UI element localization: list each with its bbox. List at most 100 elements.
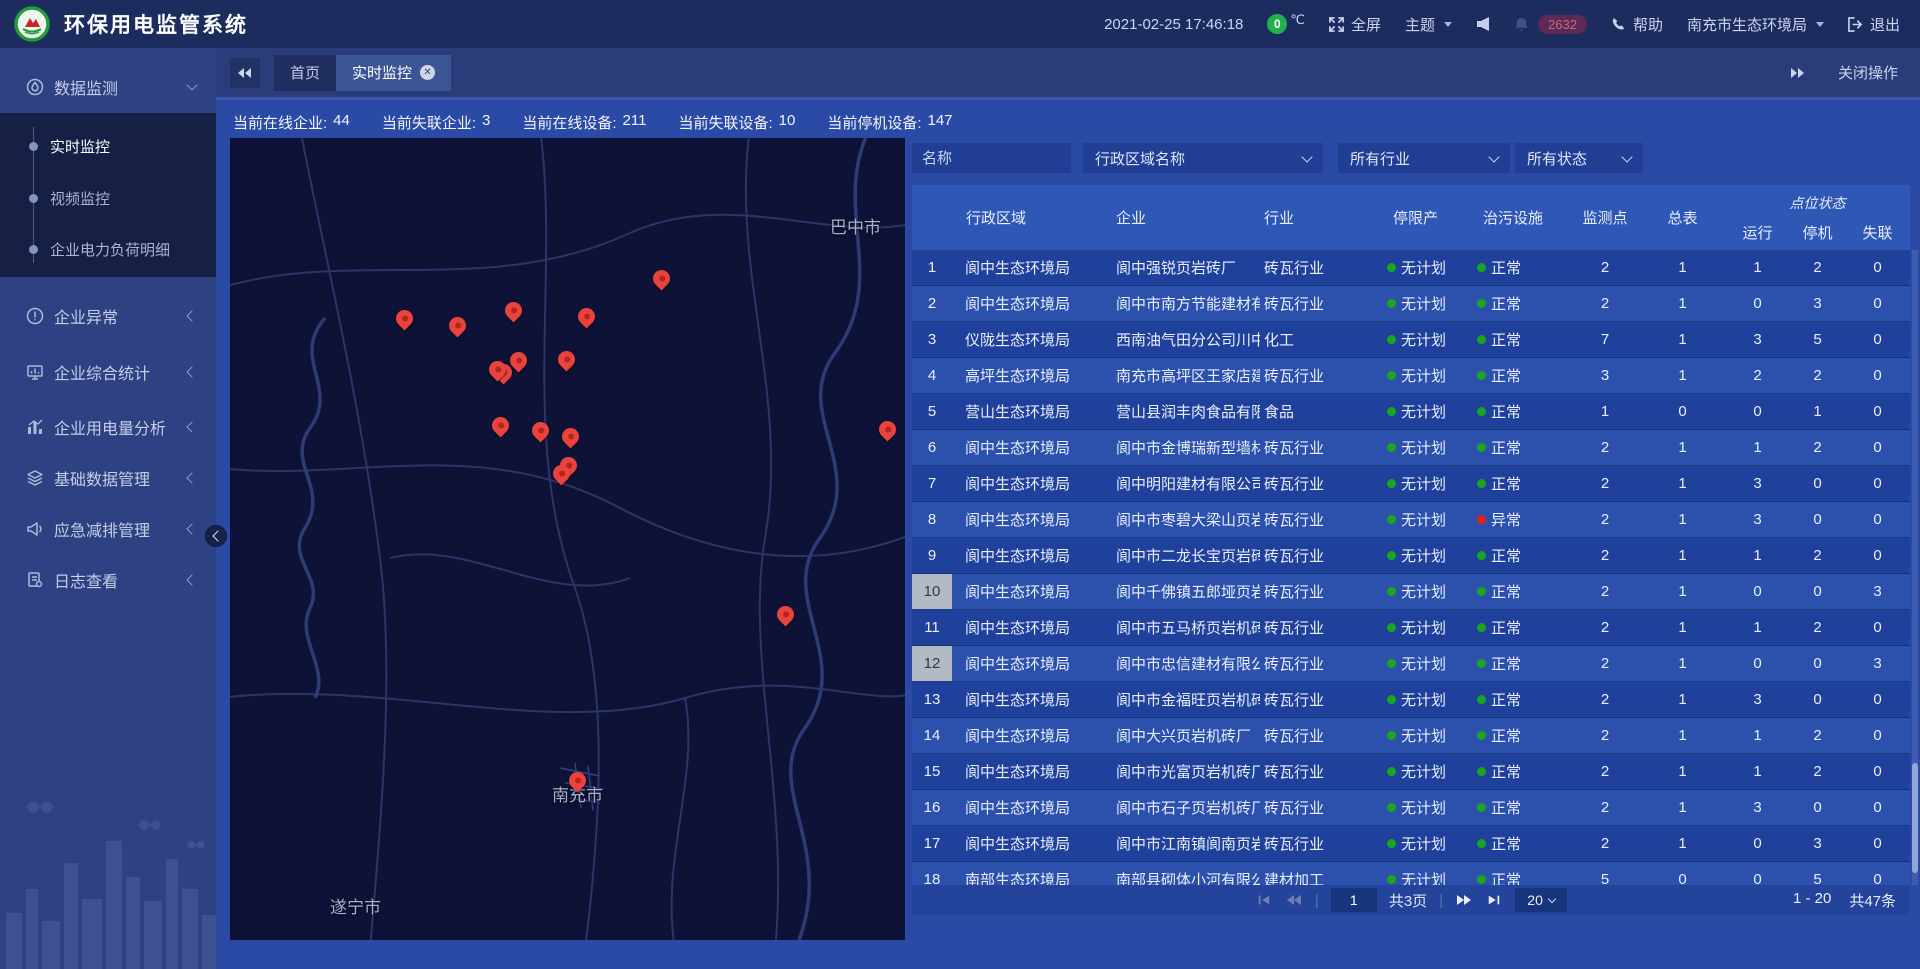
sidebar-item-企业用电量分析[interactable]: 企业用电量分析: [0, 409, 216, 445]
table-row[interactable]: 11阆中生态环境局阆中市五马桥页岩机砖砖瓦行业无计划正常21120: [912, 610, 1910, 646]
table-row[interactable]: 1阆中生态环境局阆中强锐页岩砖厂砖瓦行业无计划正常21120: [912, 250, 1910, 286]
table-row[interactable]: 9阆中生态环境局阆中市二龙长宝页岩砖砖瓦行业无计划正常21120: [912, 538, 1910, 574]
table-row[interactable]: 12阆中生态环境局阆中市忠信建材有限公砖瓦行业无计划正常21003: [912, 646, 1910, 682]
cell-limit-status: 无计划: [1385, 430, 1475, 465]
cell-limit-status: 无计划: [1385, 394, 1475, 429]
cell-company: 阆中市金博瑞新型墙材: [1112, 430, 1260, 465]
status-dot-icon: [1477, 623, 1486, 632]
status-dot-icon: [1387, 803, 1396, 812]
status-label: 正常: [1491, 293, 1521, 314]
tab-首页[interactable]: 首页: [274, 55, 336, 91]
cell-lost: 0: [1845, 502, 1910, 537]
sidebar-subitem-实时监控[interactable]: 实时监控: [0, 128, 216, 164]
last-page-button[interactable]: [1485, 893, 1503, 907]
cell-total: 1: [1640, 322, 1725, 357]
logout-button[interactable]: 退出: [1848, 14, 1900, 35]
table-row[interactable]: 17阆中生态环境局阆中市江南镇阆南页岩砖瓦行业无计划正常21030: [912, 826, 1910, 862]
cell-limit-status: 无计划: [1385, 826, 1475, 861]
sidebar-item-应急减排管理[interactable]: 应急减排管理: [0, 511, 216, 547]
tab-close-icon[interactable]: ✕: [420, 65, 435, 80]
page-number-input[interactable]: 1: [1331, 888, 1377, 912]
cell-industry: 砖瓦行业: [1260, 826, 1385, 861]
theme-dropdown[interactable]: 主题: [1405, 14, 1452, 35]
status-dot-icon: [1387, 371, 1396, 380]
sidebar-subitem-企业电力负荷明细[interactable]: 企业电力负荷明细: [0, 231, 216, 267]
next-page-button[interactable]: [1455, 893, 1473, 907]
cell-run: 1: [1725, 610, 1790, 645]
log-view-icon: [26, 571, 44, 589]
sidebar-item-基础数据管理[interactable]: 基础数据管理: [0, 460, 216, 496]
cell-region: 阆中生态环境局: [952, 502, 1112, 537]
cell-total: 0: [1640, 862, 1725, 885]
sound-toggle-button[interactable]: [1476, 16, 1490, 32]
map-panel[interactable]: 巴中市南充市遂宁市: [230, 138, 905, 940]
status-filter-select[interactable]: 所有状态: [1515, 143, 1643, 173]
tabs-scroll-right-button[interactable]: [1782, 58, 1812, 88]
speaker-icon: [1476, 16, 1490, 32]
table-row[interactable]: 3仪陇生态环境局西南油气田分公司川中化工无计划正常71350: [912, 322, 1910, 358]
sidebar-item-数据监测[interactable]: 数据监测: [0, 69, 216, 105]
first-page-button[interactable]: [1255, 893, 1273, 907]
table-row[interactable]: 14阆中生态环境局阆中大兴页岩机砖厂砖瓦行业无计划正常21120: [912, 718, 1910, 754]
sidebar-subitem-视频监控[interactable]: 视频监控: [0, 180, 216, 216]
cell-region: 阆中生态环境局: [952, 610, 1112, 645]
table-row[interactable]: 10阆中生态环境局阆中千佛镇五郎垭页岩砖瓦行业无计划正常21003: [912, 574, 1910, 610]
stat-value: 211: [623, 112, 647, 133]
cell-lost: 0: [1845, 718, 1910, 753]
table-row[interactable]: 15阆中生态环境局阆中市光富页岩机砖厂砖瓦行业无计划正常21120: [912, 754, 1910, 790]
cell-lost: 0: [1845, 466, 1910, 501]
cell-facility-status: 正常: [1475, 466, 1570, 501]
cell-lost: 0: [1845, 358, 1910, 393]
theme-label: 主题: [1405, 14, 1435, 35]
enterprise-table: 行政区域 企业 行业 停限产 治污设施 监测点 总表 点位状态 运行 停机 失联…: [912, 185, 1910, 885]
table-scrollbar-thumb[interactable]: [1912, 763, 1918, 873]
fullscreen-button[interactable]: 全屏: [1329, 14, 1381, 35]
company-name-filter-input[interactable]: [912, 143, 1071, 173]
help-button[interactable]: 帮助: [1611, 14, 1663, 35]
table-row[interactable]: 16阆中生态环境局阆中市石子页岩机砖厂砖瓦行业无计划正常21300: [912, 790, 1910, 826]
table-scrollbar-track[interactable]: [1912, 250, 1918, 885]
table-row[interactable]: 2阆中生态环境局阆中市南方节能建材有砖瓦行业无计划正常21030: [912, 286, 1910, 322]
cell-total: 1: [1640, 718, 1725, 753]
col-run: 运行: [1725, 215, 1790, 250]
stat-label: 当前停机设备:: [827, 112, 921, 133]
page-size-select[interactable]: 20: [1515, 888, 1567, 912]
table-row[interactable]: 4高坪生态环境局南充市高坪区王家店建砖瓦行业无计划正常31220: [912, 358, 1910, 394]
status-dot-icon: [1477, 443, 1486, 452]
status-label: 无计划: [1401, 617, 1446, 638]
cell-total: 1: [1640, 358, 1725, 393]
region-filter-select[interactable]: 行政区域名称: [1083, 143, 1323, 173]
cell-run: 0: [1725, 394, 1790, 429]
status-label: 正常: [1491, 869, 1521, 885]
cell-region: 阆中生态环境局: [952, 430, 1112, 465]
cell-industry: 砖瓦行业: [1260, 682, 1385, 717]
row-number: 8: [912, 502, 952, 537]
tabs-scroll-left-button[interactable]: [230, 58, 260, 88]
table-row[interactable]: 18南部生态环境局南部县砌体小河有限公建材加工无计划正常50050: [912, 862, 1910, 885]
sidebar-item-企业异常[interactable]: 企业异常: [0, 298, 216, 334]
cell-region: 阆中生态环境局: [952, 754, 1112, 789]
table-row[interactable]: 7阆中生态环境局阆中明阳建材有限公司砖瓦行业无计划正常21300: [912, 466, 1910, 502]
table-row[interactable]: 8阆中生态环境局阆中市枣碧大梁山页岩砖瓦行业无计划异常21300: [912, 502, 1910, 538]
status-label: 正常: [1491, 437, 1521, 458]
prev-page-button[interactable]: [1285, 893, 1303, 907]
table-body: 1阆中生态环境局阆中强锐页岩砖厂砖瓦行业无计划正常211202阆中生态环境局阆中…: [912, 250, 1910, 885]
bullet-dot-icon: [29, 194, 38, 203]
org-dropdown[interactable]: 南充市生态环境局: [1687, 14, 1824, 35]
table-row[interactable]: 13阆中生态环境局阆中市金福旺页岩机砖砖瓦行业无计划正常21300: [912, 682, 1910, 718]
sidebar-item-label: 数据监测: [54, 75, 188, 99]
status-dot-icon: [1387, 479, 1396, 488]
col-index: [912, 185, 952, 250]
sidebar-item-企业综合统计[interactable]: 企业综合统计: [0, 354, 216, 390]
tab-实时监控[interactable]: 实时监控✕: [336, 55, 451, 91]
industry-filter-select[interactable]: 所有行业: [1338, 143, 1510, 173]
sidebar-item-日志查看[interactable]: 日志查看: [0, 562, 216, 598]
table-row[interactable]: 5营山生态环境局营山县润丰肉食品有限食品无计划正常10010: [912, 394, 1910, 430]
close-operations-button[interactable]: 关闭操作: [1838, 62, 1898, 83]
table-row[interactable]: 6阆中生态环境局阆中市金博瑞新型墙材砖瓦行业无计划正常21120: [912, 430, 1910, 466]
notification-button[interactable]: 2632: [1514, 15, 1587, 34]
row-number: 9: [912, 538, 952, 573]
sidebar-collapse-handle[interactable]: [205, 525, 227, 547]
cell-limit-status: 无计划: [1385, 502, 1475, 537]
cell-region: 高坪生态环境局: [952, 358, 1112, 393]
